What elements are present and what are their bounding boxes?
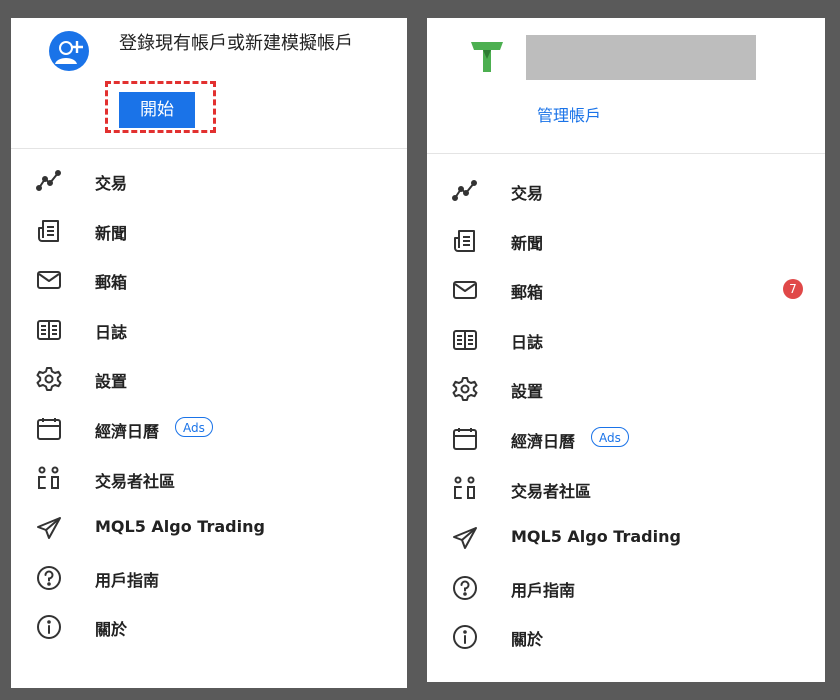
calendar-icon <box>452 426 478 452</box>
trade-chart-icon <box>36 168 62 194</box>
login-prompt-text: 登錄現有帳戶或新建模擬帳戶 <box>119 33 353 54</box>
menu-item-label: 交易 <box>95 174 128 193</box>
community-icon <box>36 466 62 492</box>
menu-item-label: 新聞 <box>511 233 544 253</box>
menu-item-label: 日誌 <box>95 322 128 342</box>
menu-item-10[interactable]: 關於 <box>427 616 825 656</box>
ads-badge: Ads <box>591 427 629 447</box>
menu-item-5[interactable]: 設置 <box>427 368 825 408</box>
menu-item-label: 交易者社區 <box>95 471 176 491</box>
add-user-avatar-icon[interactable] <box>49 31 89 71</box>
ads-badge: Ads <box>175 417 213 437</box>
menu-item-5[interactable]: 設置 <box>11 358 407 398</box>
menu-item-label: 設置 <box>511 382 544 402</box>
menu-item-label: 經濟日曆 <box>95 422 160 441</box>
highlight-dashed-box: 開始 <box>105 81 216 133</box>
menu-item-10[interactable]: 關於 <box>11 606 407 646</box>
menu-item-label: 用戶指南 <box>511 580 576 600</box>
manage-accounts-link[interactable]: 管理帳戶 <box>537 102 601 126</box>
menu-item-label: 用戶指南 <box>95 570 160 590</box>
right-drawer-panel: 管理帳戶 交易 新聞 郵箱 7 日誌 設置 經濟日曆 Ads 交易者社區 MQL5 … <box>427 18 825 682</box>
menu-item-1[interactable]: 交易 <box>11 160 407 200</box>
unread-count-badge: 7 <box>783 279 803 300</box>
account-name-redacted <box>526 35 756 80</box>
trade-chart-icon <box>452 178 478 204</box>
menu-item-label: 關於 <box>511 630 544 650</box>
help-icon <box>452 575 478 601</box>
broker-logo-icon <box>469 39 505 75</box>
menu-item-4[interactable]: 日誌 <box>11 309 407 349</box>
menu-item-label: 經濟日曆 <box>511 432 576 451</box>
gear-icon <box>452 376 478 402</box>
menu-item-9[interactable]: 用戶指南 <box>11 557 407 597</box>
gear-icon <box>36 366 62 392</box>
menu-item-label: 新聞 <box>95 223 128 243</box>
menu-item-4[interactable]: 日誌 <box>427 319 825 359</box>
journal-icon <box>452 327 478 353</box>
menu-item-2[interactable]: 新聞 <box>11 210 407 250</box>
journal-icon <box>36 317 62 343</box>
menu-item-9[interactable]: 用戶指南 <box>427 567 825 607</box>
calendar-icon <box>36 416 62 442</box>
mail-icon <box>452 277 478 303</box>
menu-item-label: 日誌 <box>511 332 544 352</box>
send-icon <box>452 525 478 551</box>
mail-icon <box>36 267 62 293</box>
help-icon <box>36 565 62 591</box>
menu-item-3[interactable]: 郵箱 <box>11 259 407 299</box>
menu-item-label: 交易者社區 <box>511 481 592 501</box>
news-icon <box>452 228 478 254</box>
community-icon <box>452 476 478 502</box>
menu-item-8[interactable]: MQL5 Algo Trading <box>11 507 407 547</box>
menu-item-6[interactable]: 經濟日曆 Ads <box>11 408 407 448</box>
news-icon <box>36 218 62 244</box>
menu-item-6[interactable]: 經濟日曆 Ads <box>427 418 825 458</box>
info-icon <box>36 614 62 640</box>
info-icon <box>452 624 478 650</box>
menu-item-3[interactable]: 郵箱 7 <box>427 269 825 309</box>
menu-item-1[interactable]: 交易 <box>427 170 825 210</box>
menu-item-label: 郵箱 <box>511 283 544 303</box>
menu-item-2[interactable]: 新聞 <box>427 220 825 260</box>
menu-item-7[interactable]: 交易者社區 <box>427 468 825 508</box>
left-drawer-panel: 登錄現有帳戶或新建模擬帳戶 開始 交易 新聞 郵箱 日誌 設置 經濟日曆 Ads … <box>11 18 407 688</box>
send-icon <box>36 515 62 541</box>
menu-item-label: 設置 <box>95 372 128 392</box>
drawer-header: 管理帳戶 <box>427 18 825 154</box>
drawer-header: 登錄現有帳戶或新建模擬帳戶 開始 <box>11 18 407 149</box>
menu-item-8[interactable]: MQL5 Algo Trading <box>427 517 825 557</box>
menu-item-label: 關於 <box>95 620 128 640</box>
menu-item-label: 郵箱 <box>95 273 128 293</box>
menu-item-label: MQL5 Algo Trading <box>511 527 681 547</box>
menu-item-7[interactable]: 交易者社區 <box>11 458 407 498</box>
menu-item-label: MQL5 Algo Trading <box>95 517 265 537</box>
start-button[interactable]: 開始 <box>119 92 195 128</box>
menu-item-label: 交易 <box>511 184 544 203</box>
